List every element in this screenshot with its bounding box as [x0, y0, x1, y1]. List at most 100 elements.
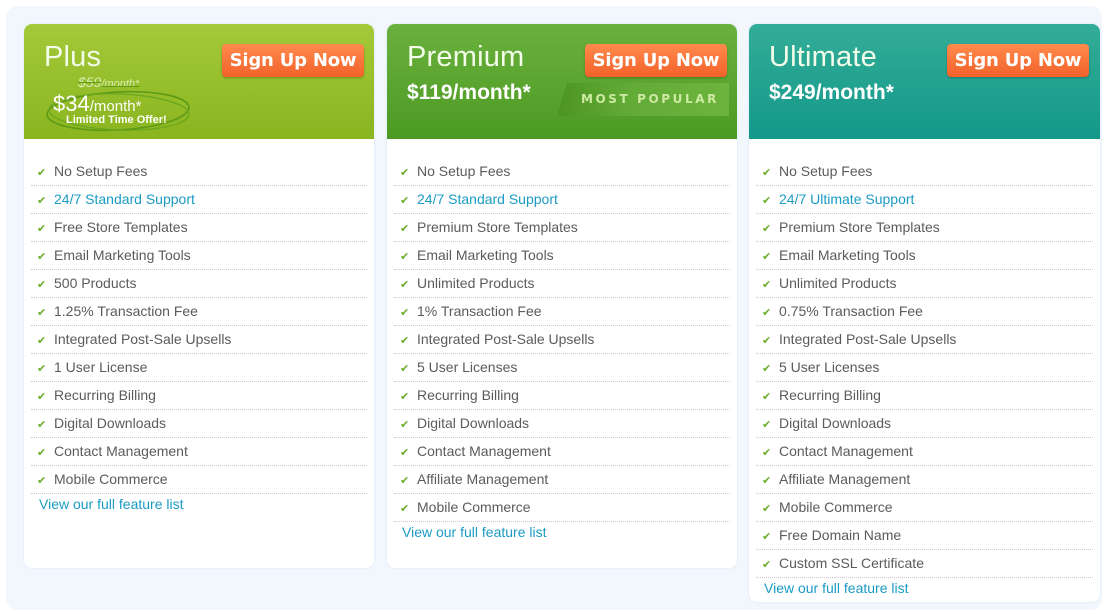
feature-item: ✔ Unlimited Products — [756, 270, 1093, 298]
plan-name: Ultimate — [769, 41, 877, 73]
check-icon: ✔ — [400, 447, 410, 459]
check-icon: ✔ — [400, 503, 410, 515]
feature-item: ✔ Email Marketing Tools — [394, 242, 730, 270]
check-icon: ✔ — [37, 167, 47, 179]
feature-item: ✔ No Setup Fees — [756, 158, 1093, 186]
feature-item: ✔ Mobile Commerce — [756, 494, 1093, 522]
check-icon: ✔ — [400, 391, 410, 403]
feature-item[interactable]: ✔ 24/7 Standard Support — [394, 186, 730, 214]
feature-item: ✔ Recurring Billing — [394, 382, 730, 410]
feature-label: Digital Downloads — [779, 415, 892, 431]
check-icon: ✔ — [400, 475, 410, 487]
feature-label: Custom SSL Certificate — [779, 555, 924, 571]
feature-item: ✔ Affiliate Management — [756, 466, 1093, 494]
feature-label: Unlimited Products — [779, 275, 897, 291]
feature-item: ✔ 1 User License — [31, 354, 367, 382]
plan-price: $119/month* — [407, 81, 531, 104]
feature-item: ✔ 0.75% Transaction Fee — [756, 298, 1093, 326]
check-icon: ✔ — [37, 307, 47, 319]
feature-item: ✔ Premium Store Templates — [394, 214, 730, 242]
feature-label: 1% Transaction Fee — [417, 303, 542, 319]
check-icon: ✔ — [400, 419, 410, 431]
check-icon: ✔ — [37, 223, 47, 235]
check-icon: ✔ — [37, 419, 47, 431]
feature-label: 5 User Licenses — [417, 359, 518, 375]
check-icon: ✔ — [37, 363, 47, 375]
check-icon: ✔ — [37, 195, 47, 207]
feature-label: Recurring Billing — [417, 387, 519, 403]
check-icon: ✔ — [762, 335, 772, 347]
check-icon: ✔ — [762, 167, 772, 179]
check-icon: ✔ — [762, 251, 772, 263]
feature-label: 1.25% Transaction Fee — [54, 303, 198, 319]
feature-label: Email Marketing Tools — [54, 247, 191, 263]
check-icon: ✔ — [762, 363, 772, 375]
feature-label: Recurring Billing — [54, 387, 156, 403]
most-popular-badge: MOST POPULAR — [557, 83, 729, 116]
feature-item: ✔ Integrated Post-Sale Upsells — [756, 326, 1093, 354]
signup-button-premium[interactable]: Sign Up Now — [585, 44, 727, 77]
feature-item: ✔ Contact Management — [31, 438, 367, 466]
plan-card-premium: Premium $119/month* Sign Up Now MOST POP… — [387, 24, 737, 568]
signup-button-plus[interactable]: Sign Up Now — [222, 44, 364, 77]
feature-label: Unlimited Products — [417, 275, 535, 291]
plan-header-ultimate: Ultimate $249/month* Sign Up Now — [749, 24, 1100, 139]
feature-item: ✔ No Setup Fees — [31, 158, 367, 186]
feature-label: Mobile Commerce — [54, 471, 168, 487]
signup-button-ultimate[interactable]: Sign Up Now — [947, 44, 1089, 77]
full-feature-list-link[interactable]: View our full feature list — [394, 523, 730, 541]
feature-item[interactable]: ✔ 24/7 Standard Support — [31, 186, 367, 214]
feature-item: ✔ Unlimited Products — [394, 270, 730, 298]
feature-label: 24/7 Ultimate Support — [779, 191, 915, 207]
promo-note: Limited Time Offer! — [66, 114, 167, 126]
plan-name: Plus — [44, 41, 102, 73]
plan-card-plus: Plus $59/month* $34/month* Limited Time … — [24, 24, 374, 568]
check-icon: ✔ — [400, 307, 410, 319]
feature-item: ✔ Integrated Post-Sale Upsells — [394, 326, 730, 354]
feature-label: Contact Management — [417, 443, 551, 459]
feature-item[interactable]: ✔ 24/7 Ultimate Support — [756, 186, 1093, 214]
feature-item: ✔ Mobile Commerce — [394, 494, 730, 522]
plan-header-plus: Plus $59/month* $34/month* Limited Time … — [24, 24, 374, 139]
feature-item: ✔ Mobile Commerce — [31, 466, 367, 494]
feature-list-plus: ✔ No Setup Fees ✔ 24/7 Standard Support ✔ Fre… — [24, 158, 374, 513]
check-icon: ✔ — [762, 279, 772, 291]
feature-item: ✔ Digital Downloads — [756, 410, 1093, 438]
original-price-amount: $59 — [78, 74, 102, 90]
feature-item: ✔ Contact Management — [756, 438, 1093, 466]
feature-label: Email Marketing Tools — [417, 247, 554, 263]
feature-item: ✔ 5 User Licenses — [756, 354, 1093, 382]
full-feature-list-link[interactable]: View our full feature list — [31, 495, 367, 513]
feature-item: ✔ 500 Products — [31, 270, 367, 298]
plan-name: Premium — [407, 41, 525, 73]
check-icon: ✔ — [400, 167, 410, 179]
feature-label: Mobile Commerce — [417, 499, 531, 515]
check-icon: ✔ — [762, 559, 772, 571]
original-price: $59/month* — [78, 74, 139, 90]
check-icon: ✔ — [37, 447, 47, 459]
feature-item: ✔ Affiliate Management — [394, 466, 730, 494]
feature-label: Contact Management — [54, 443, 188, 459]
feature-item: ✔ 1.25% Transaction Fee — [31, 298, 367, 326]
pricing-section: Plus $59/month* $34/month* Limited Time … — [6, 6, 1102, 610]
check-icon: ✔ — [762, 307, 772, 319]
feature-item: ✔ Digital Downloads — [394, 410, 730, 438]
original-price-suffix: /month* — [101, 78, 140, 90]
feature-label: Integrated Post-Sale Upsells — [417, 331, 595, 347]
feature-label: 24/7 Standard Support — [417, 191, 558, 207]
feature-item: ✔ 5 User Licenses — [394, 354, 730, 382]
check-icon: ✔ — [400, 223, 410, 235]
feature-label: Recurring Billing — [779, 387, 881, 403]
feature-label: Affiliate Management — [417, 471, 549, 487]
feature-label: Integrated Post-Sale Upsells — [779, 331, 957, 347]
plan-price: $249/month* — [769, 81, 894, 104]
plan-card-ultimate: Ultimate $249/month* Sign Up Now ✔ No Set… — [749, 24, 1100, 602]
promo-price-suffix: /month* — [89, 98, 142, 115]
full-feature-list-link[interactable]: View our full feature list — [756, 579, 1093, 597]
feature-label: Mobile Commerce — [779, 499, 893, 515]
feature-item: ✔ Contact Management — [394, 438, 730, 466]
feature-label: Integrated Post-Sale Upsells — [54, 331, 232, 347]
feature-item: ✔ Free Store Templates — [31, 214, 367, 242]
check-icon: ✔ — [762, 475, 772, 487]
check-icon: ✔ — [37, 279, 47, 291]
